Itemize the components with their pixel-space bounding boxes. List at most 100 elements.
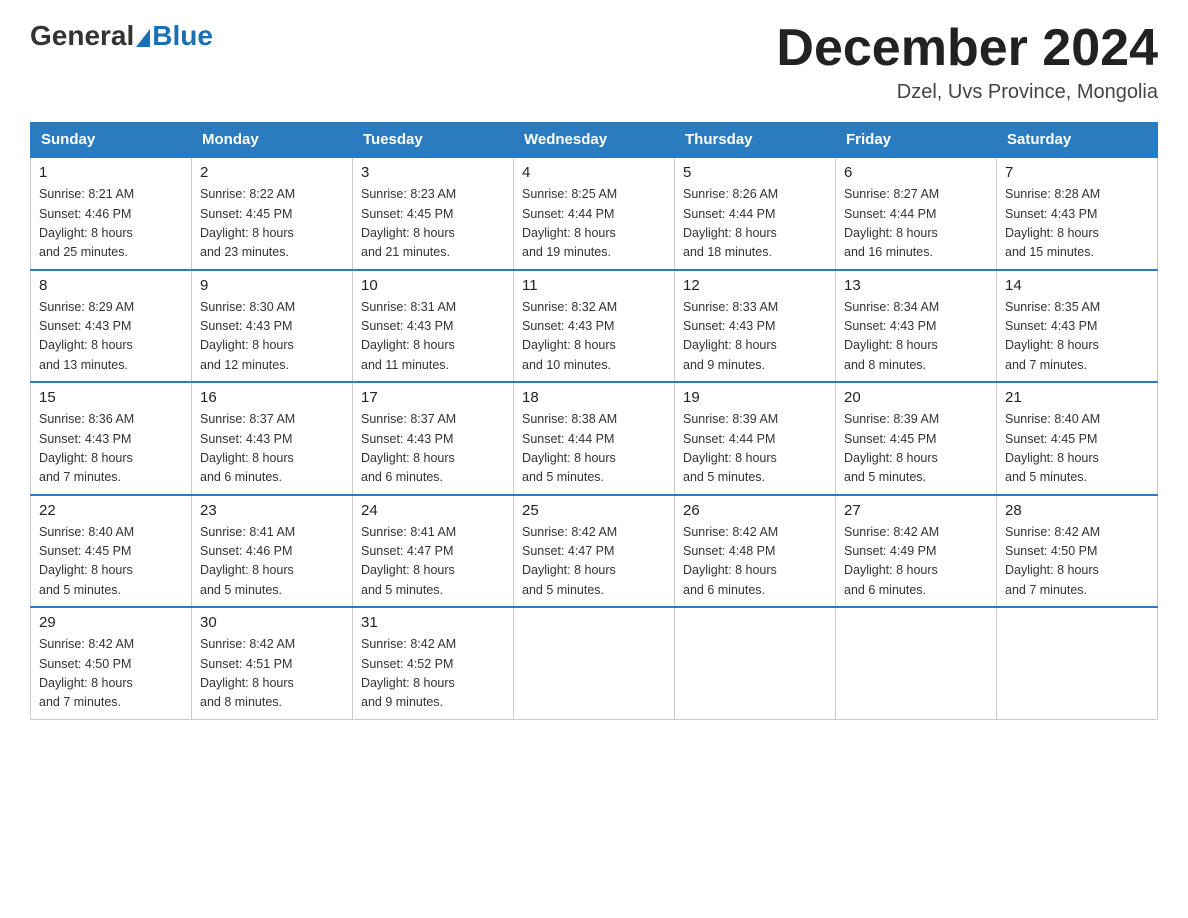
logo: General Blue — [30, 20, 213, 52]
day-info: Sunrise: 8:42 AMSunset: 4:49 PMDaylight:… — [844, 525, 939, 597]
day-info: Sunrise: 8:34 AMSunset: 4:43 PMDaylight:… — [844, 300, 939, 372]
day-cell: 5 Sunrise: 8:26 AMSunset: 4:44 PMDayligh… — [675, 157, 836, 270]
title-block: December 2024 Dzel, Uvs Province, Mongol… — [776, 20, 1158, 104]
day-number: 1 — [39, 164, 183, 181]
day-info: Sunrise: 8:39 AMSunset: 4:45 PMDaylight:… — [844, 412, 939, 484]
day-info: Sunrise: 8:40 AMSunset: 4:45 PMDaylight:… — [39, 525, 134, 597]
day-info: Sunrise: 8:37 AMSunset: 4:43 PMDaylight:… — [200, 412, 295, 484]
day-cell: 25 Sunrise: 8:42 AMSunset: 4:47 PMDaylig… — [514, 495, 675, 608]
day-info: Sunrise: 8:33 AMSunset: 4:43 PMDaylight:… — [683, 300, 778, 372]
day-number: 13 — [844, 277, 988, 294]
page-header: General Blue December 2024 Dzel, Uvs Pro… — [30, 20, 1158, 104]
day-info: Sunrise: 8:27 AMSunset: 4:44 PMDaylight:… — [844, 187, 939, 259]
week-row-1: 1 Sunrise: 8:21 AMSunset: 4:46 PMDayligh… — [31, 157, 1158, 270]
day-cell: 3 Sunrise: 8:23 AMSunset: 4:45 PMDayligh… — [353, 157, 514, 270]
header-tuesday: Tuesday — [353, 123, 514, 158]
day-number: 9 — [200, 277, 344, 294]
day-number: 10 — [361, 277, 505, 294]
header-wednesday: Wednesday — [514, 123, 675, 158]
day-info: Sunrise: 8:26 AMSunset: 4:44 PMDaylight:… — [683, 187, 778, 259]
day-cell: 4 Sunrise: 8:25 AMSunset: 4:44 PMDayligh… — [514, 157, 675, 270]
day-number: 21 — [1005, 389, 1149, 406]
week-row-4: 22 Sunrise: 8:40 AMSunset: 4:45 PMDaylig… — [31, 495, 1158, 608]
day-info: Sunrise: 8:39 AMSunset: 4:44 PMDaylight:… — [683, 412, 778, 484]
day-cell: 24 Sunrise: 8:41 AMSunset: 4:47 PMDaylig… — [353, 495, 514, 608]
header-thursday: Thursday — [675, 123, 836, 158]
day-number: 27 — [844, 502, 988, 519]
day-number: 4 — [522, 164, 666, 181]
day-cell: 14 Sunrise: 8:35 AMSunset: 4:43 PMDaylig… — [997, 270, 1158, 383]
day-cell: 28 Sunrise: 8:42 AMSunset: 4:50 PMDaylig… — [997, 495, 1158, 608]
logo-triangle-icon — [136, 29, 150, 47]
month-title: December 2024 — [776, 20, 1158, 77]
day-number: 16 — [200, 389, 344, 406]
week-row-3: 15 Sunrise: 8:36 AMSunset: 4:43 PMDaylig… — [31, 382, 1158, 495]
header-monday: Monday — [192, 123, 353, 158]
day-cell: 11 Sunrise: 8:32 AMSunset: 4:43 PMDaylig… — [514, 270, 675, 383]
day-cell: 18 Sunrise: 8:38 AMSunset: 4:44 PMDaylig… — [514, 382, 675, 495]
day-info: Sunrise: 8:41 AMSunset: 4:46 PMDaylight:… — [200, 525, 295, 597]
day-info: Sunrise: 8:31 AMSunset: 4:43 PMDaylight:… — [361, 300, 456, 372]
day-cell — [675, 607, 836, 719]
day-info: Sunrise: 8:42 AMSunset: 4:50 PMDaylight:… — [1005, 525, 1100, 597]
header-saturday: Saturday — [997, 123, 1158, 158]
day-info: Sunrise: 8:21 AMSunset: 4:46 PMDaylight:… — [39, 187, 134, 259]
day-number: 24 — [361, 502, 505, 519]
day-cell: 6 Sunrise: 8:27 AMSunset: 4:44 PMDayligh… — [836, 157, 997, 270]
day-cell: 31 Sunrise: 8:42 AMSunset: 4:52 PMDaylig… — [353, 607, 514, 719]
calendar-table: SundayMondayTuesdayWednesdayThursdayFrid… — [30, 122, 1158, 720]
day-number: 2 — [200, 164, 344, 181]
day-number: 20 — [844, 389, 988, 406]
day-number: 23 — [200, 502, 344, 519]
location-text: Dzel, Uvs Province, Mongolia — [776, 81, 1158, 104]
day-number: 22 — [39, 502, 183, 519]
day-info: Sunrise: 8:25 AMSunset: 4:44 PMDaylight:… — [522, 187, 617, 259]
day-cell: 13 Sunrise: 8:34 AMSunset: 4:43 PMDaylig… — [836, 270, 997, 383]
day-info: Sunrise: 8:38 AMSunset: 4:44 PMDaylight:… — [522, 412, 617, 484]
day-info: Sunrise: 8:41 AMSunset: 4:47 PMDaylight:… — [361, 525, 456, 597]
day-number: 7 — [1005, 164, 1149, 181]
day-number: 31 — [361, 614, 505, 631]
day-info: Sunrise: 8:35 AMSunset: 4:43 PMDaylight:… — [1005, 300, 1100, 372]
day-number: 5 — [683, 164, 827, 181]
day-info: Sunrise: 8:42 AMSunset: 4:48 PMDaylight:… — [683, 525, 778, 597]
day-number: 29 — [39, 614, 183, 631]
day-number: 18 — [522, 389, 666, 406]
day-cell: 8 Sunrise: 8:29 AMSunset: 4:43 PMDayligh… — [31, 270, 192, 383]
day-info: Sunrise: 8:36 AMSunset: 4:43 PMDaylight:… — [39, 412, 134, 484]
day-info: Sunrise: 8:40 AMSunset: 4:45 PMDaylight:… — [1005, 412, 1100, 484]
day-cell — [836, 607, 997, 719]
day-number: 26 — [683, 502, 827, 519]
day-number: 25 — [522, 502, 666, 519]
day-info: Sunrise: 8:32 AMSunset: 4:43 PMDaylight:… — [522, 300, 617, 372]
day-info: Sunrise: 8:23 AMSunset: 4:45 PMDaylight:… — [361, 187, 456, 259]
day-cell: 2 Sunrise: 8:22 AMSunset: 4:45 PMDayligh… — [192, 157, 353, 270]
day-number: 17 — [361, 389, 505, 406]
day-info: Sunrise: 8:37 AMSunset: 4:43 PMDaylight:… — [361, 412, 456, 484]
day-number: 19 — [683, 389, 827, 406]
day-cell: 21 Sunrise: 8:40 AMSunset: 4:45 PMDaylig… — [997, 382, 1158, 495]
day-cell: 20 Sunrise: 8:39 AMSunset: 4:45 PMDaylig… — [836, 382, 997, 495]
day-number: 12 — [683, 277, 827, 294]
day-number: 14 — [1005, 277, 1149, 294]
header-row: SundayMondayTuesdayWednesdayThursdayFrid… — [31, 123, 1158, 158]
day-info: Sunrise: 8:42 AMSunset: 4:52 PMDaylight:… — [361, 637, 456, 709]
day-info: Sunrise: 8:42 AMSunset: 4:50 PMDaylight:… — [39, 637, 134, 709]
day-cell: 29 Sunrise: 8:42 AMSunset: 4:50 PMDaylig… — [31, 607, 192, 719]
day-info: Sunrise: 8:42 AMSunset: 4:51 PMDaylight:… — [200, 637, 295, 709]
day-cell: 10 Sunrise: 8:31 AMSunset: 4:43 PMDaylig… — [353, 270, 514, 383]
day-cell: 15 Sunrise: 8:36 AMSunset: 4:43 PMDaylig… — [31, 382, 192, 495]
day-number: 3 — [361, 164, 505, 181]
day-info: Sunrise: 8:29 AMSunset: 4:43 PMDaylight:… — [39, 300, 134, 372]
day-cell — [514, 607, 675, 719]
day-info: Sunrise: 8:28 AMSunset: 4:43 PMDaylight:… — [1005, 187, 1100, 259]
day-number: 11 — [522, 277, 666, 294]
day-cell: 23 Sunrise: 8:41 AMSunset: 4:46 PMDaylig… — [192, 495, 353, 608]
day-cell: 30 Sunrise: 8:42 AMSunset: 4:51 PMDaylig… — [192, 607, 353, 719]
day-cell: 17 Sunrise: 8:37 AMSunset: 4:43 PMDaylig… — [353, 382, 514, 495]
day-number: 30 — [200, 614, 344, 631]
day-info: Sunrise: 8:22 AMSunset: 4:45 PMDaylight:… — [200, 187, 295, 259]
day-cell: 27 Sunrise: 8:42 AMSunset: 4:49 PMDaylig… — [836, 495, 997, 608]
week-row-2: 8 Sunrise: 8:29 AMSunset: 4:43 PMDayligh… — [31, 270, 1158, 383]
day-number: 6 — [844, 164, 988, 181]
